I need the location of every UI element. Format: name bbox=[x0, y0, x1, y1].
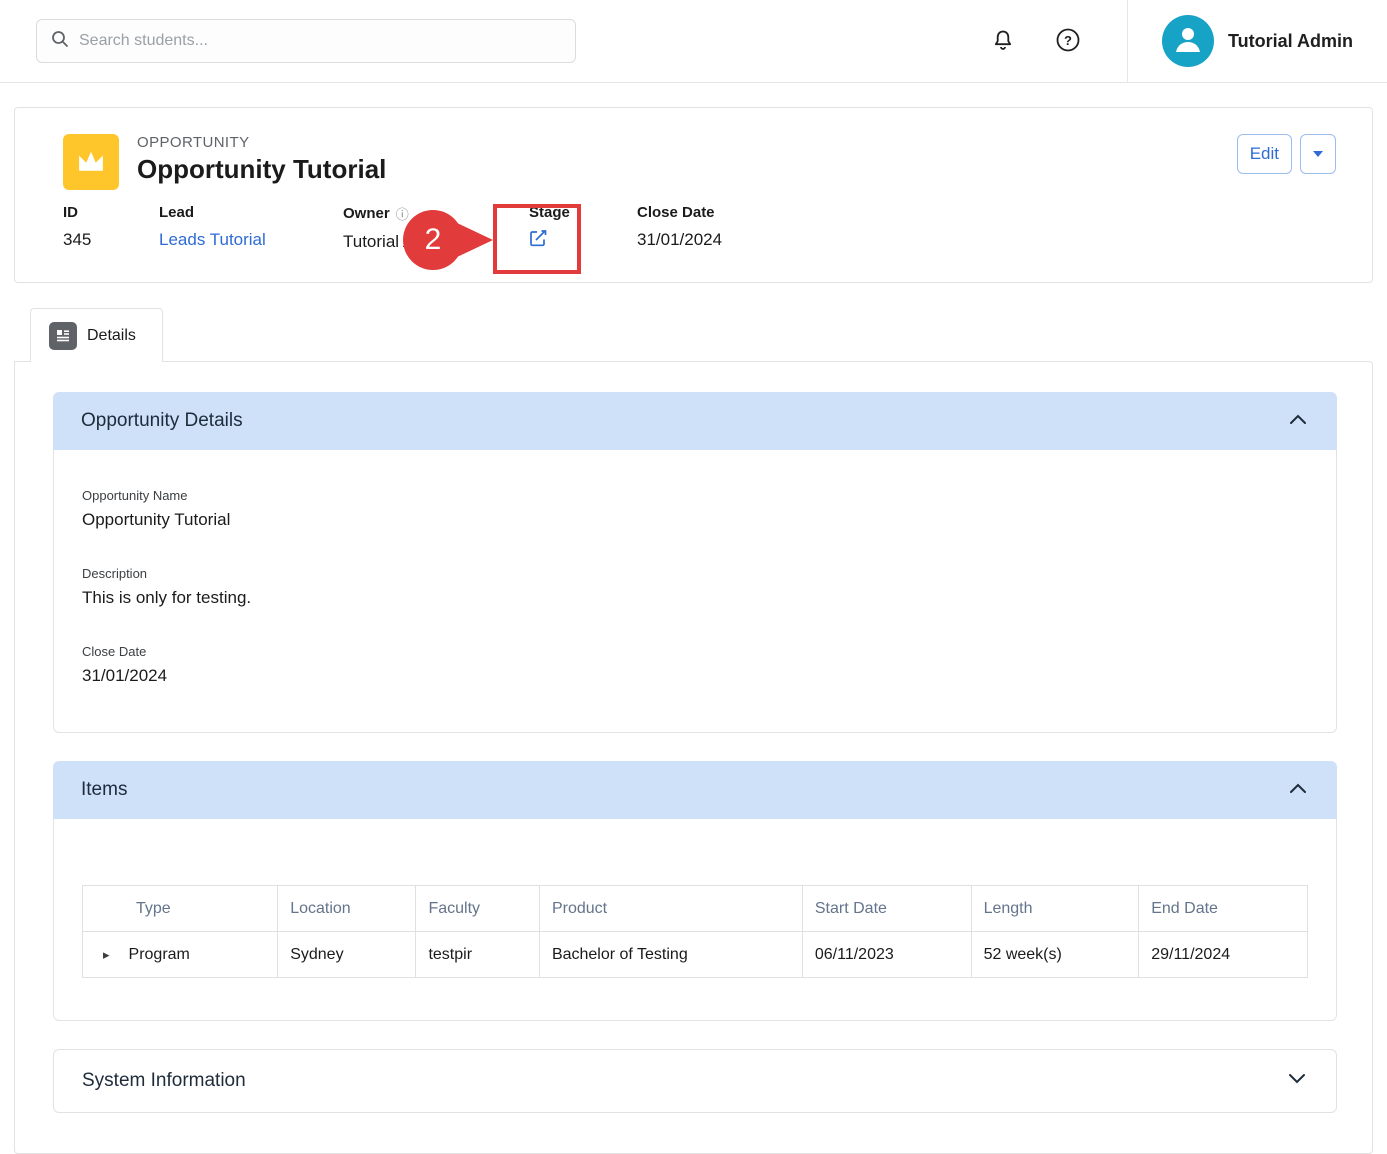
user-icon bbox=[1171, 22, 1205, 61]
owner-value: Tutorial A bbox=[343, 232, 529, 252]
close-date-label: Close Date bbox=[637, 204, 722, 221]
user-name[interactable]: Tutorial Admin bbox=[1228, 31, 1353, 52]
col-start-date: Start Date bbox=[802, 886, 971, 932]
stage-label: Stage bbox=[529, 204, 637, 221]
topbar: ? Tutorial Admin bbox=[0, 0, 1387, 83]
help-icon: ? bbox=[1055, 27, 1081, 56]
help-button[interactable]: ? bbox=[1049, 21, 1087, 62]
field-close-date: Close Date 31/01/2024 bbox=[637, 204, 722, 252]
stage-edit-icon[interactable] bbox=[529, 229, 547, 252]
table-row: ▸ Program Sydney testpir Bachelor of Test… bbox=[83, 932, 1308, 978]
opportunity-icon bbox=[63, 134, 119, 190]
field-opportunity-name: Opportunity Name Opportunity Tutorial bbox=[82, 488, 1308, 530]
system-information-header[interactable]: System Information bbox=[53, 1049, 1337, 1113]
row-expand-icon[interactable]: ▸ bbox=[103, 947, 110, 963]
opportunity-name-value: Opportunity Tutorial bbox=[82, 510, 1308, 530]
description-label: Description bbox=[82, 566, 1308, 581]
search-input[interactable] bbox=[79, 32, 561, 50]
tab-bar: Details bbox=[30, 308, 1373, 361]
svg-text:?: ? bbox=[1064, 33, 1072, 48]
lead-link[interactable]: Leads Tutorial bbox=[159, 230, 343, 250]
field-close-date-detail: Close Date 31/01/2024 bbox=[82, 644, 1308, 686]
opportunity-name-label: Opportunity Name bbox=[82, 488, 1308, 503]
field-description: Description This is only for testing. bbox=[82, 566, 1308, 608]
close-date-value: 31/01/2024 bbox=[637, 230, 722, 250]
field-lead: Lead Leads Tutorial bbox=[159, 204, 343, 252]
user-avatar[interactable] bbox=[1162, 15, 1214, 67]
items-title: Items bbox=[81, 779, 127, 801]
opportunity-details-title: Opportunity Details bbox=[81, 410, 243, 432]
chevron-down-icon[interactable] bbox=[1288, 1072, 1306, 1090]
entity-type-label: OPPORTUNITY bbox=[137, 134, 1237, 151]
page-title: Opportunity Tutorial bbox=[137, 154, 1237, 185]
tab-details[interactable]: Details bbox=[30, 308, 163, 362]
details-tab-icon bbox=[49, 322, 77, 350]
cell-start-date: 06/11/2023 bbox=[802, 932, 971, 978]
notifications-button[interactable] bbox=[985, 22, 1021, 61]
cell-product: Bachelor of Testing bbox=[539, 932, 802, 978]
col-location: Location bbox=[278, 886, 416, 932]
system-information-title: System Information bbox=[82, 1070, 246, 1092]
edit-button[interactable]: Edit bbox=[1237, 134, 1292, 174]
cell-location: Sydney bbox=[278, 932, 416, 978]
description-value: This is only for testing. bbox=[82, 588, 1308, 608]
lead-label: Lead bbox=[159, 204, 343, 221]
chevron-up-icon[interactable] bbox=[1289, 412, 1307, 430]
col-faculty: Faculty bbox=[416, 886, 539, 932]
topbar-divider bbox=[1127, 0, 1128, 83]
field-stage: Stage bbox=[529, 204, 637, 252]
field-id: ID 345 bbox=[63, 204, 159, 252]
chevron-down-icon bbox=[1313, 151, 1323, 157]
col-product: Product bbox=[539, 886, 802, 932]
id-value: 345 bbox=[63, 230, 159, 250]
cell-faculty: testpir bbox=[416, 932, 539, 978]
opportunity-details-header[interactable]: Opportunity Details bbox=[53, 392, 1337, 450]
owner-label: Owner bbox=[343, 205, 390, 222]
items-header[interactable]: Items bbox=[53, 761, 1337, 819]
items-table: Type Location Faculty Product Start Date… bbox=[82, 885, 1308, 978]
id-label: ID bbox=[63, 204, 159, 221]
type-value: Program bbox=[129, 946, 190, 963]
info-icon[interactable]: ⓘ bbox=[396, 204, 409, 223]
details-panel: Opportunity Details Opportunity Name Opp… bbox=[14, 361, 1373, 1154]
col-length: Length bbox=[971, 886, 1139, 932]
details-tab-label: Details bbox=[87, 327, 136, 345]
record-header-card: OPPORTUNITY Opportunity Tutorial Edit ID… bbox=[14, 107, 1373, 283]
search-icon bbox=[51, 30, 69, 53]
cell-length: 52 week(s) bbox=[971, 932, 1139, 978]
cell-end-date: 29/11/2024 bbox=[1139, 932, 1308, 978]
col-type: Type bbox=[83, 886, 278, 932]
items-table-header-row: Type Location Faculty Product Start Date… bbox=[83, 886, 1308, 932]
field-owner: Owner ⓘ Tutorial A bbox=[343, 204, 529, 252]
close-date-detail-label: Close Date bbox=[82, 644, 1308, 659]
col-end-date: End Date bbox=[1139, 886, 1308, 932]
cell-type: ▸ Program bbox=[83, 932, 278, 978]
section-opportunity-details: Opportunity Details Opportunity Name Opp… bbox=[53, 392, 1337, 733]
section-items: Items Type Location Faculty Product Star… bbox=[53, 761, 1337, 1021]
bell-icon bbox=[991, 28, 1015, 55]
close-date-detail-value: 31/01/2024 bbox=[82, 666, 1308, 686]
more-actions-button[interactable] bbox=[1300, 134, 1336, 174]
search-box[interactable] bbox=[36, 19, 576, 63]
chevron-up-icon[interactable] bbox=[1289, 781, 1307, 799]
